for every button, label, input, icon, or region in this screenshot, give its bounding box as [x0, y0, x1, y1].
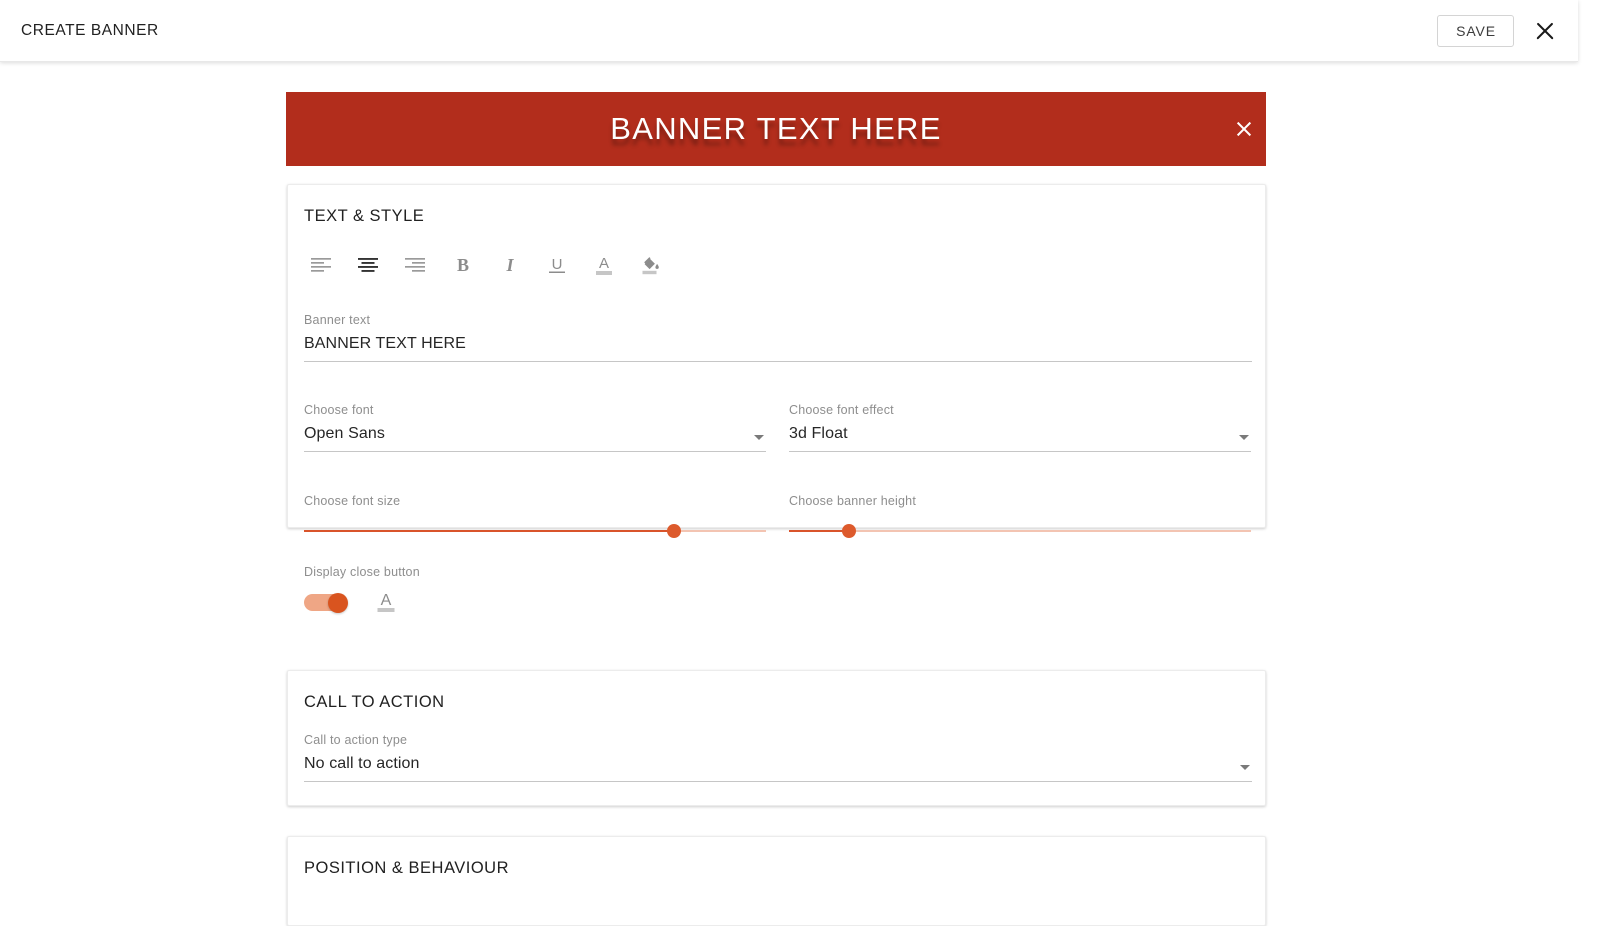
chevron-down-icon[interactable]	[754, 435, 764, 440]
top-bar: CREATE BANNER SAVE	[0, 0, 1578, 62]
display-close-button-toggle[interactable]	[304, 592, 348, 613]
align-left-icon[interactable]	[298, 245, 345, 285]
cta-type-underline	[304, 781, 1252, 782]
banner-preview: BANNER TEXT HERE	[286, 92, 1266, 166]
call-to-action-card: CALL TO ACTION Call to action type No ca…	[287, 670, 1266, 806]
font-size-field[interactable]: Choose font size	[304, 494, 766, 538]
banner-preview-text: BANNER TEXT HERE	[610, 111, 942, 146]
close-icon[interactable]	[1532, 18, 1558, 44]
font-size-slider-thumb[interactable]	[666, 524, 681, 538]
choose-font-label: Choose font	[304, 403, 374, 417]
save-button[interactable]: SAVE	[1437, 14, 1514, 47]
svg-text:A: A	[598, 255, 608, 272]
cta-type-field[interactable]: Call to action type No call to action	[304, 733, 1252, 782]
banner-height-field[interactable]: Choose banner height	[789, 494, 1251, 538]
svg-text:U: U	[551, 256, 562, 273]
banner-height-slider-track	[789, 530, 1251, 532]
svg-text:A: A	[381, 592, 392, 609]
display-close-button-label: Display close button	[304, 565, 420, 579]
call-to-action-title: CALL TO ACTION	[304, 693, 445, 711]
choose-font-effect-underline	[789, 451, 1251, 452]
position-and-behaviour-card: POSITION & BEHAVIOUR	[287, 836, 1266, 926]
banner-height-slider[interactable]	[789, 524, 1251, 538]
choose-font-value[interactable]: Open Sans	[304, 425, 766, 451]
display-close-button-controls: A	[304, 589, 766, 615]
underline-icon[interactable]: U	[533, 245, 580, 285]
top-bar-actions: SAVE	[1437, 14, 1558, 47]
bold-icon[interactable]: B	[439, 245, 486, 285]
choose-font-underline	[304, 451, 766, 452]
banner-text-underline	[304, 361, 1252, 362]
choose-font-effect-field[interactable]: Choose font effect 3d Float	[789, 403, 1251, 452]
banner-preview-close-icon[interactable]	[1234, 119, 1254, 139]
banner-height-slider-fill	[789, 530, 850, 532]
choose-font-field[interactable]: Choose font Open Sans	[304, 403, 766, 452]
banner-text-input[interactable]: BANNER TEXT HERE	[304, 335, 1252, 361]
banner-text-label: Banner text	[304, 313, 371, 327]
font-size-label: Choose font size	[304, 494, 401, 508]
toggle-knob[interactable]	[328, 592, 348, 613]
cta-type-value[interactable]: No call to action	[304, 755, 1252, 781]
cta-type-label: Call to action type	[304, 733, 408, 747]
position-and-behaviour-title: POSITION & BEHAVIOUR	[304, 859, 509, 877]
choose-font-effect-value[interactable]: 3d Float	[789, 425, 1251, 451]
banner-height-label: Choose banner height	[789, 494, 917, 508]
svg-text:B: B	[456, 255, 468, 275]
chevron-down-icon[interactable]	[1239, 435, 1249, 440]
chevron-down-icon[interactable]	[1240, 765, 1250, 770]
font-size-slider-fill	[304, 530, 674, 532]
close-button-color-icon[interactable]: A	[374, 589, 398, 615]
page-title: CREATE BANNER	[21, 21, 159, 39]
svg-text:I: I	[505, 255, 514, 275]
choose-font-effect-label: Choose font effect	[789, 403, 894, 417]
display-close-button-field: Display close button A	[304, 565, 766, 615]
align-right-icon[interactable]	[392, 245, 439, 285]
banner-height-slider-thumb[interactable]	[842, 524, 857, 538]
text-and-style-title: TEXT & STYLE	[304, 207, 425, 225]
main-scroll-area: BANNER TEXT HERE TEXT & STYLE B I U A Ba…	[0, 62, 1578, 926]
fill-color-icon[interactable]	[627, 245, 674, 285]
align-center-icon[interactable]	[345, 245, 392, 285]
font-size-slider[interactable]	[304, 524, 766, 538]
text-color-icon[interactable]: A	[580, 245, 627, 285]
banner-text-field[interactable]: Banner text BANNER TEXT HERE	[304, 313, 1252, 362]
format-toolbar: B I U A	[298, 245, 674, 285]
italic-icon[interactable]: I	[486, 245, 533, 285]
text-and-style-card: TEXT & STYLE B I U A Banner text BANNER …	[287, 184, 1266, 613]
